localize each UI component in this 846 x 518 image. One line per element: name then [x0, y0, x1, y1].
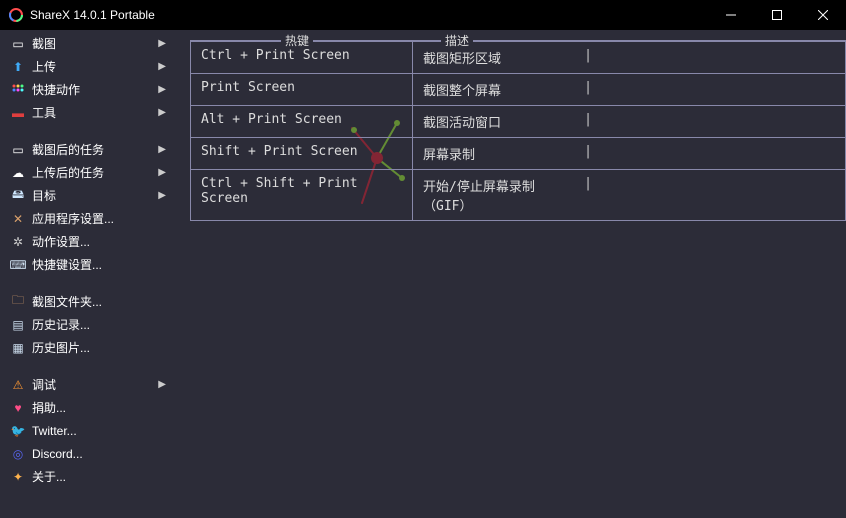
- about-icon: ✦: [10, 469, 26, 485]
- camera-icon: ▭: [10, 36, 26, 52]
- menu-item[interactable]: ♥ 捐助...: [0, 396, 172, 419]
- chevron-right-icon: ▶: [158, 61, 166, 72]
- chevron-right-icon: ▶: [158, 379, 166, 390]
- task-settings-icon: ✲: [10, 234, 26, 250]
- menu-item-label: Discord...: [32, 447, 166, 461]
- chevron-right-icon: ▶: [158, 144, 166, 155]
- menu-item[interactable]: ✲ 动作设置...: [0, 230, 172, 253]
- maximize-button[interactable]: [754, 0, 800, 30]
- chevron-right-icon: ▶: [158, 38, 166, 49]
- hotkey-desc: 开始/停止屏幕录制（GIF）: [413, 170, 578, 220]
- hotkey-row[interactable]: Shift + Print Screen屏幕录制|: [191, 137, 845, 169]
- upload-icon: ⬆: [10, 59, 26, 75]
- client-area: ▭截图▶⬆上传▶快捷动作▶▬工具▶▭截图后的任务▶☁上传后的任务▶🖴目标▶✕应用…: [0, 30, 846, 518]
- destinations-icon: 🖴: [10, 188, 26, 204]
- hotkey-desc: 截图活动窗口: [413, 106, 578, 137]
- close-button[interactable]: [800, 0, 846, 30]
- after-upload-icon: ☁: [10, 165, 26, 181]
- menu-item-label: 应用程序设置...: [32, 210, 166, 227]
- menu-item-label: 截图后的任务: [32, 141, 158, 158]
- folder-icon: 🗀: [10, 294, 26, 310]
- donate-icon: ♥: [10, 400, 26, 416]
- hotkey-desc: 截图整个屏幕: [413, 74, 578, 105]
- debug-icon: ⚠: [10, 377, 26, 393]
- hotkey-divider: |: [578, 106, 598, 137]
- menu-item-label: 目标: [32, 187, 158, 204]
- history-icon: ▤: [10, 317, 26, 333]
- after-capture-icon: ▭: [10, 142, 26, 158]
- menu-item-label: Twitter...: [32, 424, 166, 438]
- menu-item-label: 快捷键设置...: [32, 256, 166, 273]
- menu-item[interactable]: 🖴 目标▶: [0, 184, 172, 207]
- menu-item-label: 截图文件夹...: [32, 293, 166, 310]
- twitter-icon: 🐦: [10, 423, 26, 439]
- menu-item[interactable]: ✦ 关于...: [0, 465, 172, 488]
- hotkey-row[interactable]: Alt + Print Screen截图活动窗口|: [191, 105, 845, 137]
- chevron-right-icon: ▶: [158, 84, 166, 95]
- menu-item[interactable]: ▭ 截图后的任务▶: [0, 138, 172, 161]
- menu-item[interactable]: ⬆ 上传▶: [0, 55, 172, 78]
- menu-item[interactable]: ⚠ 调试▶: [0, 373, 172, 396]
- chevron-right-icon: ▶: [158, 190, 166, 201]
- menu-item-label: 快捷动作: [32, 81, 158, 98]
- hotkey-row[interactable]: Print Screen截图整个屏幕|: [191, 73, 845, 105]
- hotkey-key: Alt + Print Screen: [191, 106, 413, 137]
- image-history-icon: ▦: [10, 340, 26, 356]
- hotkey-row[interactable]: Ctrl + Shift + Print Screen开始/停止屏幕录制（GIF…: [191, 169, 845, 220]
- menu-item[interactable]: ☁ 上传后的任务▶: [0, 161, 172, 184]
- menu-item-label: 上传后的任务: [32, 164, 158, 181]
- menu-item[interactable]: ⌨ 快捷键设置...: [0, 253, 172, 276]
- hotkey-key: Shift + Print Screen: [191, 138, 413, 169]
- menu-item[interactable]: 🐦 Twitter...: [0, 419, 172, 442]
- discord-icon: ◎: [10, 446, 26, 462]
- hotkey-desc: 屏幕录制: [413, 138, 578, 169]
- hotkey-key: Ctrl + Shift + Print Screen: [191, 170, 413, 220]
- hotkey-divider: |: [578, 74, 598, 105]
- menu-item-label: 历史记录...: [32, 316, 166, 333]
- titlebar[interactable]: ShareX 14.0.1 Portable: [0, 0, 846, 30]
- menu-item-label: 上传: [32, 58, 158, 75]
- menu-item[interactable]: ▬ 工具▶: [0, 101, 172, 124]
- menu-item[interactable]: 快捷动作▶: [0, 78, 172, 101]
- chevron-right-icon: ▶: [158, 107, 166, 118]
- menu-item-label: 截图: [32, 35, 158, 52]
- actions-icon: [10, 82, 26, 98]
- hotkey-divider: |: [578, 138, 598, 169]
- menu-item[interactable]: 🗀 截图文件夹...: [0, 290, 172, 313]
- menu-item[interactable]: ◎ Discord...: [0, 442, 172, 465]
- app-settings-icon: ✕: [10, 211, 26, 227]
- menu-item[interactable]: ▤ 历史记录...: [0, 313, 172, 336]
- menu-item[interactable]: ▦ 历史图片...: [0, 336, 172, 359]
- window-title: ShareX 14.0.1 Portable: [30, 8, 708, 22]
- menu-item-label: 关于...: [32, 468, 166, 485]
- menu-item-label: 历史图片...: [32, 339, 166, 356]
- hotkey-header-desc: 描述: [441, 32, 473, 49]
- chevron-right-icon: ▶: [158, 167, 166, 178]
- menu-item-label: 捐助...: [32, 399, 166, 416]
- hotkey-header-key: 热键: [281, 32, 313, 49]
- menu-item-label: 调试: [32, 376, 158, 393]
- minimize-button[interactable]: [708, 0, 754, 30]
- app-logo-icon: [8, 7, 24, 23]
- menu-item-label: 工具: [32, 104, 158, 121]
- sidebar: ▭截图▶⬆上传▶快捷动作▶▬工具▶▭截图后的任务▶☁上传后的任务▶🖴目标▶✕应用…: [0, 30, 172, 518]
- content-area: 热键 描述 Ctrl + Print Screen截图矩形区域|Print Sc…: [172, 30, 846, 518]
- menu-item[interactable]: ▭ 截图▶: [0, 32, 172, 55]
- tools-icon: ▬: [10, 105, 26, 121]
- menu-item[interactable]: ✕ 应用程序设置...: [0, 207, 172, 230]
- menu-item-label: 动作设置...: [32, 233, 166, 250]
- hotkey-divider: |: [578, 170, 598, 220]
- hotkey-table: 热键 描述 Ctrl + Print Screen截图矩形区域|Print Sc…: [190, 40, 846, 221]
- hotkey-key: Print Screen: [191, 74, 413, 105]
- hotkey-settings-icon: ⌨: [10, 257, 26, 273]
- app-window: ShareX 14.0.1 Portable ▭截图▶⬆上传▶快捷动作▶▬工具▶…: [0, 0, 846, 518]
